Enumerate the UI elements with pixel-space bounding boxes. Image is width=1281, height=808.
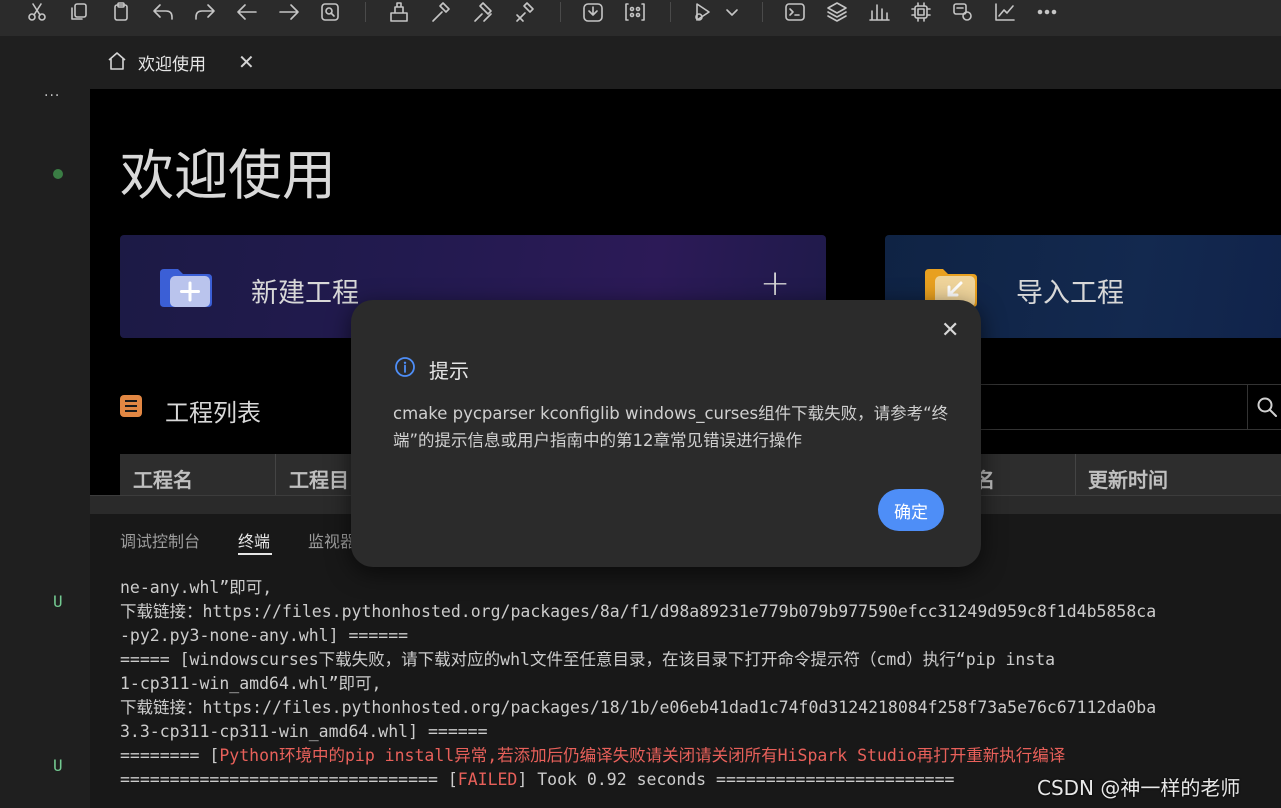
rebuild-icon[interactable] <box>428 0 454 24</box>
column-divider <box>1075 454 1076 495</box>
more-icon[interactable] <box>1034 0 1060 24</box>
home-icon <box>106 50 128 76</box>
toolbar-separator <box>560 2 561 22</box>
chip-icon[interactable] <box>908 0 934 24</box>
new-folder-icon <box>160 269 212 307</box>
terminal-output[interactable]: ne-any.whl”即可, 下载链接：https://files.pythonh… <box>120 576 1281 792</box>
terminal-line: ne-any.whl”即可, <box>120 578 273 597</box>
import-project-label: 导入工程 <box>1016 278 1124 309</box>
chart-icon[interactable] <box>992 0 1018 24</box>
activity-bar: ··· U U <box>0 36 90 808</box>
plus-icon: + <box>760 263 791 304</box>
app-window: ··· U U 欢迎使用 ✕ 欢迎使用 新建工程 + 导入工程 工程列表 工程名… <box>0 0 1281 808</box>
alert-dialog: ✕ 提示 cmake pycparser kconfiglib windows_… <box>351 300 981 567</box>
failed-status: FAILED <box>457 770 518 789</box>
terminal-line: 1-cp311-win_amd64.whl”即可, <box>120 674 382 693</box>
find-icon[interactable] <box>318 0 342 24</box>
close-icon[interactable]: ✕ <box>941 320 959 342</box>
dropdown-icon[interactable] <box>722 0 742 24</box>
terminal-line: 下载链接：https://files.pythonhosted.org/pack… <box>120 602 1157 621</box>
page-title: 欢迎使用 <box>120 144 336 207</box>
flash-icon[interactable] <box>622 0 648 24</box>
dialog-title: 提示 <box>429 359 469 383</box>
watermark: CSDN @神一样的老师 <box>1037 776 1241 800</box>
editor-tab-bar: 欢迎使用 ✕ <box>90 36 1281 89</box>
undo-icon[interactable] <box>150 0 176 24</box>
build-icon[interactable] <box>386 0 412 24</box>
forward-icon[interactable] <box>276 0 302 24</box>
layers-icon[interactable] <box>824 0 850 24</box>
git-status-untracked: U <box>53 756 63 775</box>
project-search-input[interactable] <box>958 384 1248 430</box>
cut-icon[interactable] <box>25 0 49 24</box>
new-project-label: 新建工程 <box>251 278 359 309</box>
stop-build-icon[interactable] <box>512 0 538 24</box>
modified-dot-icon <box>53 169 63 179</box>
more-actions-button[interactable]: ··· <box>44 88 60 104</box>
toolbar-separator <box>762 2 763 22</box>
debug-icon[interactable] <box>690 0 716 24</box>
info-icon <box>395 357 415 377</box>
terminal-line: -py2.py3-none-any.whl] ====== <box>120 626 409 645</box>
tab-label: 欢迎使用 <box>138 55 206 75</box>
toolbar-separator <box>365 2 366 22</box>
tab-welcome[interactable]: 欢迎使用 ✕ <box>90 36 268 89</box>
column-header[interactable]: 工程目 <box>289 464 349 493</box>
tab-debug-console[interactable]: 调试控制台 <box>120 528 200 552</box>
column-header[interactable]: 更新时间 <box>1088 464 1168 493</box>
download-icon[interactable] <box>580 0 606 24</box>
terminal-error-text: Python环境中的pip install异常,若添加后仍编译失败请关闭请关闭所… <box>219 746 1066 765</box>
terminal-text: ================================ [ <box>120 770 458 789</box>
tab-monitor[interactable]: 监视器 <box>308 528 356 552</box>
search-button[interactable] <box>1247 384 1281 430</box>
stats-icon[interactable] <box>866 0 892 24</box>
git-status-untracked: U <box>53 592 63 611</box>
back-icon[interactable] <box>234 0 260 24</box>
column-divider <box>275 454 276 495</box>
terminal-line: 3.3-cp311-cp311-win_amd64.whl] ====== <box>120 722 488 741</box>
terminal-line: ======== [Python环境中的pip install异常,若添加后仍编… <box>120 744 1281 768</box>
clean-icon[interactable] <box>470 0 496 24</box>
redo-icon[interactable] <box>192 0 218 24</box>
terminal-text: ] Took 0.92 seconds ====================… <box>517 770 955 789</box>
top-toolbar <box>0 0 1281 36</box>
terminal-line: ===== [windowscurses下载失败，请下载对应的whl文件至任意目… <box>120 650 1056 669</box>
tab-terminal[interactable]: 终端 <box>238 528 270 552</box>
terminal-line: 下载链接：https://files.pythonhosted.org/pack… <box>120 698 1157 717</box>
column-header[interactable]: 工程名 <box>133 464 193 493</box>
dialog-message: cmake pycparser kconfiglib windows_curse… <box>393 404 949 450</box>
list-icon <box>120 395 142 417</box>
copy-icon[interactable] <box>67 0 91 24</box>
paste-icon[interactable] <box>109 0 133 24</box>
active-tab-indicator <box>238 553 272 555</box>
tools-icon[interactable] <box>950 0 976 24</box>
project-list-title: 工程列表 <box>165 399 261 427</box>
ok-button[interactable]: 确定 <box>878 489 944 531</box>
close-icon[interactable]: ✕ <box>238 51 255 73</box>
toolbar-separator <box>670 2 671 22</box>
terminal-text: ======== [ <box>120 746 220 765</box>
search-icon <box>1257 397 1277 417</box>
terminal-icon[interactable] <box>782 0 808 24</box>
